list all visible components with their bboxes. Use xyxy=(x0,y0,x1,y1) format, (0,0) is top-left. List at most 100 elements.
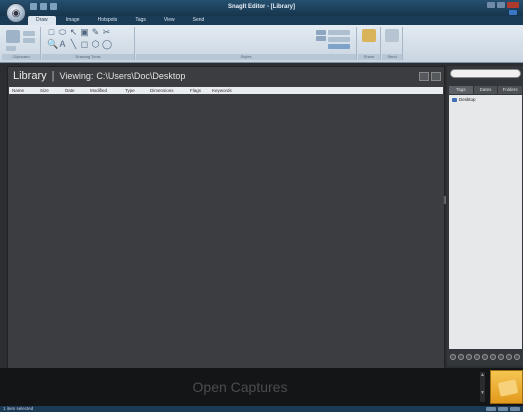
panel-tabs: Tags Dates Folders xyxy=(449,86,523,94)
tab-hotspots[interactable]: Hotspots xyxy=(90,16,126,25)
app-menu-button[interactable]: ◉ xyxy=(6,3,26,23)
panel-splitter[interactable] xyxy=(444,196,446,204)
title-separator: | xyxy=(51,70,55,82)
group-label: Styles xyxy=(136,54,356,60)
fill-dropdown[interactable] xyxy=(328,37,350,42)
copy-all-icon[interactable] xyxy=(6,46,16,51)
ribbon-group-drawing-tools: □ ⬭ ↖ ▣ ✎ ✂ 🔍 A ╲ ◻ ⬡ ◯ Drawing Tools xyxy=(42,27,135,60)
group-label: Share xyxy=(358,54,380,60)
capture-thumbnail[interactable] xyxy=(490,370,523,404)
library-header: Library | Viewing: C:\Users\Doc\Desktop xyxy=(8,67,444,85)
chevron-up-icon[interactable]: ▲ xyxy=(480,372,485,378)
column-header-row: Name Size Date Modified Type Dimensions … xyxy=(9,87,443,94)
folder-icon xyxy=(497,379,519,397)
outline-dropdown[interactable] xyxy=(328,30,350,35)
title-bar: SnagIt Editor - [Library] xyxy=(0,0,523,16)
right-panel: Tags Dates Folders Desktop xyxy=(447,66,523,366)
column-header[interactable]: Modified xyxy=(87,88,122,93)
maximize-button[interactable] xyxy=(497,2,505,8)
tab-draw[interactable]: Draw xyxy=(28,16,56,25)
details-view-icon[interactable] xyxy=(431,72,441,81)
zoom-controls xyxy=(486,407,520,411)
zoom-slider[interactable] xyxy=(498,407,508,411)
style-scroll-down-icon[interactable] xyxy=(316,36,326,41)
view-toggle xyxy=(419,72,441,81)
select-icon[interactable]: □ xyxy=(47,28,56,37)
ribbon: Clipboard □ ⬭ ↖ ▣ ✎ ✂ 🔍 A ╲ ◻ ⬡ ◯ Drawin… xyxy=(0,25,523,63)
status-text: 1 item selected xyxy=(3,406,34,411)
window-title: SnagIt Editor - [Library] xyxy=(227,4,295,10)
help-icon[interactable] xyxy=(509,10,517,15)
filter-icon[interactable] xyxy=(498,354,504,360)
text-icon[interactable]: A xyxy=(58,40,67,49)
pen-icon[interactable]: ✎ xyxy=(91,28,100,37)
flag-icon[interactable] xyxy=(482,354,488,360)
tab-view[interactable]: View xyxy=(156,16,183,25)
list-item[interactable]: Desktop xyxy=(452,97,476,102)
open-captures-label: Open Captures xyxy=(192,379,288,395)
share-icon[interactable] xyxy=(362,29,376,42)
cut-icon[interactable] xyxy=(23,31,35,36)
column-header[interactable]: Dimensions xyxy=(147,88,187,93)
callout-icon[interactable]: ⬭ xyxy=(58,28,67,37)
column-header[interactable]: Type xyxy=(122,88,147,93)
zoom-out-icon[interactable] xyxy=(486,407,496,411)
effects-dropdown[interactable] xyxy=(328,44,350,49)
folder-icon xyxy=(452,97,457,102)
zoom-in-icon[interactable] xyxy=(510,407,520,411)
magnify-icon[interactable]: 🔍 xyxy=(47,40,58,49)
open-captures-tray: Open Captures ▲ ▼ xyxy=(0,368,523,406)
group-label: Send xyxy=(382,54,402,60)
fill-icon[interactable]: ⬡ xyxy=(91,40,100,49)
library-title: Library xyxy=(13,70,47,82)
status-bar: 1 item selected xyxy=(0,406,523,412)
copy-icon[interactable] xyxy=(23,38,35,43)
add-icon[interactable] xyxy=(450,354,456,360)
stamp-icon[interactable]: ▣ xyxy=(80,28,89,37)
send-email-icon[interactable] xyxy=(385,29,399,42)
close-button[interactable] xyxy=(507,2,519,8)
tab-image[interactable]: Image xyxy=(58,16,88,25)
tab-dates[interactable]: Dates xyxy=(474,86,499,94)
panel-action-bar xyxy=(450,354,520,360)
tab-send[interactable]: Send xyxy=(185,16,213,25)
info-icon[interactable] xyxy=(514,354,520,360)
folder-list: Desktop xyxy=(449,95,522,349)
ribbon-group-send: Send xyxy=(382,27,403,60)
arrow-icon[interactable]: ↖ xyxy=(69,28,78,37)
eraser-icon[interactable]: ◯ xyxy=(102,40,112,49)
list-item-label: Desktop xyxy=(459,97,476,102)
settings-icon[interactable] xyxy=(506,354,512,360)
group-label: Drawing Tools xyxy=(42,54,134,60)
thumbnail-view-icon[interactable] xyxy=(419,72,429,81)
remove-icon[interactable] xyxy=(458,354,464,360)
minimize-button[interactable] xyxy=(487,2,495,8)
shape-icon[interactable]: ◻ xyxy=(80,40,89,49)
viewing-path: C:\Users\Doc\Desktop xyxy=(96,71,186,81)
library-panel: Library | Viewing: C:\Users\Doc\Desktop … xyxy=(7,66,445,369)
tab-folders[interactable]: Folders xyxy=(498,86,523,94)
column-header[interactable]: Size xyxy=(37,88,62,93)
tab-tags[interactable]: Tags xyxy=(127,16,154,25)
column-header[interactable]: Date xyxy=(62,88,87,93)
style-scroll-up-icon[interactable] xyxy=(316,30,326,35)
snagit-logo-icon: ◉ xyxy=(11,7,21,19)
ribbon-tabs: Draw Image Hotspots Tags View Send xyxy=(28,16,212,25)
viewing-label: Viewing: xyxy=(59,71,94,81)
tray-scroll: ▲ ▼ xyxy=(480,372,485,402)
tag-icon[interactable] xyxy=(474,354,480,360)
group-label: Clipboard xyxy=(2,54,40,60)
paste-icon[interactable] xyxy=(6,30,20,43)
ribbon-group-share: Share xyxy=(358,27,381,60)
line-icon[interactable]: ╲ xyxy=(69,40,78,49)
column-header[interactable]: Name xyxy=(9,88,37,93)
column-header[interactable]: Keywords xyxy=(209,88,249,93)
chevron-down-icon[interactable]: ▼ xyxy=(480,390,485,396)
tab-tags[interactable]: Tags xyxy=(449,86,474,94)
column-header[interactable]: Flags xyxy=(187,88,209,93)
star-icon[interactable] xyxy=(490,354,496,360)
search-input[interactable] xyxy=(450,69,521,78)
crop-icon[interactable]: ✂ xyxy=(102,28,111,37)
refresh-icon[interactable] xyxy=(466,354,472,360)
window-controls xyxy=(487,2,519,8)
